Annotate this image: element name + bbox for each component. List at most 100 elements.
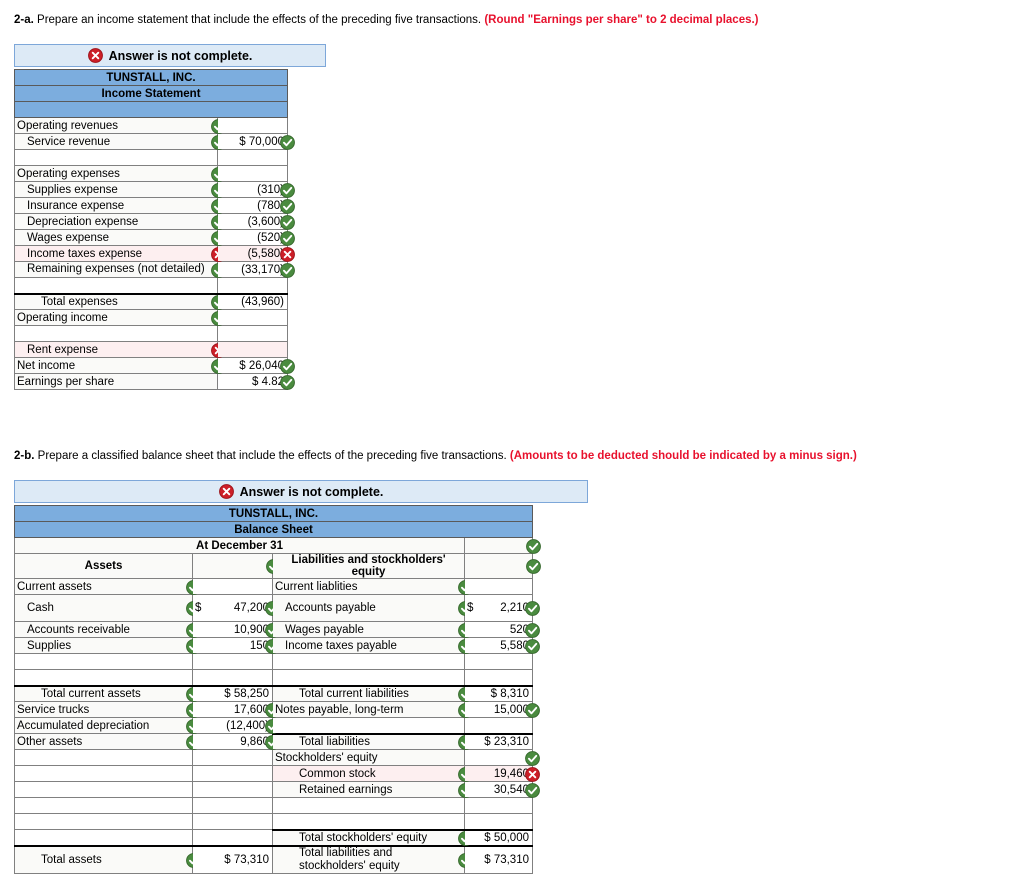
asset-label-cell	[14, 813, 193, 830]
liability-value-cell[interactable]: $2,210	[464, 594, 540, 622]
row-label: Stockholders' equity	[275, 751, 378, 764]
row-value-cell[interactable]: (33,170)	[217, 261, 295, 278]
liability-label-cell[interactable]: Total stockholders' equity	[272, 828, 473, 846]
worksheet-page: 2-a. Prepare an income statement that in…	[0, 0, 1024, 892]
row-value-cell[interactable]: $ 70,000	[217, 133, 295, 150]
row-value: (12,400)	[226, 719, 269, 732]
asset-label-cell[interactable]: Accumulated depreciation	[14, 717, 201, 734]
liability-value-cell[interactable]: $ 73,310	[464, 844, 533, 874]
row-value-cell[interactable]	[217, 309, 288, 326]
liability-value-cell[interactable]: 19,460	[464, 765, 540, 782]
asset-value-cell[interactable]	[192, 578, 273, 595]
liability-value-cell[interactable]: $ 8,310	[464, 684, 533, 702]
asset-value-cell[interactable]: $ 58,250	[192, 684, 273, 702]
row-label	[17, 816, 190, 828]
row-value-cell[interactable]	[217, 117, 288, 134]
row-label: Wages payable	[285, 623, 364, 636]
table-row: Operating expenses	[14, 165, 288, 182]
row-label	[17, 831, 190, 843]
liability-value-cell[interactable]: $ 50,000	[464, 828, 533, 846]
row-value-cell[interactable]	[217, 165, 288, 182]
asset-value-cell[interactable]: $ 73,310	[192, 844, 273, 874]
row-value-cell[interactable]: (780)	[217, 197, 295, 214]
liability-value-cell[interactable]	[464, 578, 533, 595]
asset-label-cell[interactable]: Supplies	[14, 637, 201, 654]
row-value: $ 70,000	[239, 135, 284, 148]
row-label-cell[interactable]: Earnings per share	[14, 373, 218, 390]
liability-label-cell[interactable]: Common stock	[272, 765, 473, 782]
row-label: Supplies	[27, 639, 72, 652]
table-row: Common stock 19,460	[14, 765, 540, 782]
liability-label-cell[interactable]: Total liabilities	[272, 732, 473, 750]
table-row: Accumulated depreciation (12,400)	[14, 717, 533, 734]
row-value-cell[interactable]: (520)	[217, 229, 295, 246]
row-label-cell[interactable]: Total expenses	[14, 292, 226, 310]
asset-value-cell	[192, 765, 273, 782]
asset-label-cell[interactable]: Total current assets	[14, 684, 201, 702]
liability-label-cell[interactable]: Stockholders' equity	[272, 749, 465, 766]
liability-value-cell[interactable]: 520	[464, 621, 540, 638]
asset-value-cell[interactable]: 9,860	[192, 733, 280, 750]
liability-value-cell[interactable]: $ 23,310	[464, 732, 533, 750]
asset-value-cell[interactable]: 10,900	[192, 621, 280, 638]
liability-label-cell[interactable]: Retained earnings	[272, 781, 473, 798]
row-value-cell[interactable]: (3,600)	[217, 213, 295, 230]
liability-value-cell[interactable]	[464, 749, 540, 766]
row-label-cell[interactable]: Insurance expense	[14, 197, 226, 214]
liability-label-cell[interactable]: Accounts payable	[272, 594, 473, 622]
balance-sheet-table: TUNSTALL, INC. Balance Sheet At December…	[14, 505, 541, 874]
row-label-cell	[14, 277, 218, 294]
row-value: 15,000	[493, 703, 529, 716]
row-label: Notes payable, long-term	[275, 703, 404, 716]
liability-value-cell[interactable]: 15,000	[464, 701, 540, 718]
row-value-cell[interactable]: $ 26,040	[217, 357, 295, 374]
row-label-cell[interactable]: Operating expenses	[14, 165, 226, 182]
asset-value-cell[interactable]: 150	[192, 637, 280, 654]
question-2a-prompt: 2-a. Prepare an income statement that in…	[14, 13, 759, 27]
asset-value-cell[interactable]: 17,600	[192, 701, 280, 718]
liability-label-cell[interactable]: Notes payable, long-term	[272, 701, 473, 718]
table-row: Service trucks 17,600 Notes payable, long-…	[14, 701, 540, 718]
row-label: Operating revenues	[17, 119, 119, 132]
liability-label-cell[interactable]: Current liablities	[272, 578, 473, 595]
row-value-cell[interactable]: $ 4.82	[217, 373, 295, 390]
asset-value-cell[interactable]: (12,400)	[192, 717, 280, 734]
row-label-cell[interactable]: Income taxes expense	[14, 245, 226, 262]
row-label-cell[interactable]: Operating revenues	[14, 117, 226, 134]
row-value-cell[interactable]: (5,580)	[217, 245, 295, 262]
asset-label-cell[interactable]: Other assets	[14, 733, 201, 750]
asset-label-cell[interactable]: Accounts receivable	[14, 621, 201, 638]
row-label: Insurance expense	[27, 199, 125, 212]
row-value-cell[interactable]: (43,960)	[217, 292, 288, 310]
row-label	[17, 279, 215, 291]
row-label-cell[interactable]: Supplies expense	[14, 181, 226, 198]
asset-label-cell	[14, 829, 193, 846]
liability-label-cell[interactable]: Total current liabilities	[272, 684, 473, 702]
row-label-cell[interactable]: Net income	[14, 357, 226, 374]
row-label-cell[interactable]: Remaining expenses (not detailed)	[14, 261, 226, 278]
row-label-cell[interactable]: Operating income	[14, 309, 226, 326]
row-value	[526, 815, 529, 827]
row-label-cell[interactable]: Service revenue	[14, 133, 226, 150]
row-label-cell[interactable]: Depreciation expense	[14, 213, 226, 230]
row-label-cell[interactable]: Rent expense	[14, 341, 226, 358]
liability-label-cell[interactable]: Total liabilities and stockholders' equi…	[272, 844, 473, 874]
company-title: TUNSTALL, INC.	[14, 505, 533, 522]
row-label-cell[interactable]: Wages expense	[14, 229, 226, 246]
x-circle-icon	[525, 766, 540, 782]
liability-value-cell[interactable]: 5,580	[464, 637, 540, 654]
asset-label-cell[interactable]: Current assets	[14, 578, 201, 595]
asset-label-cell[interactable]: Cash	[14, 594, 201, 622]
liability-label-cell[interactable]: Income taxes payable	[272, 637, 473, 654]
row-value	[281, 344, 284, 356]
liability-value-cell[interactable]: 30,540	[464, 781, 540, 798]
row-value-cell[interactable]: (310)	[217, 181, 295, 198]
asset-label-cell[interactable]: Total assets	[14, 844, 201, 874]
table-row-title1: TUNSTALL, INC.	[14, 69, 288, 86]
asset-label-cell[interactable]: Service trucks	[14, 701, 201, 718]
asset-value-cell[interactable]: $47,200	[192, 594, 280, 622]
row-label: Common stock	[299, 767, 376, 780]
currency-symbol: $	[467, 601, 474, 614]
row-value-cell[interactable]	[217, 341, 288, 358]
liability-label-cell[interactable]: Wages payable	[272, 621, 473, 638]
